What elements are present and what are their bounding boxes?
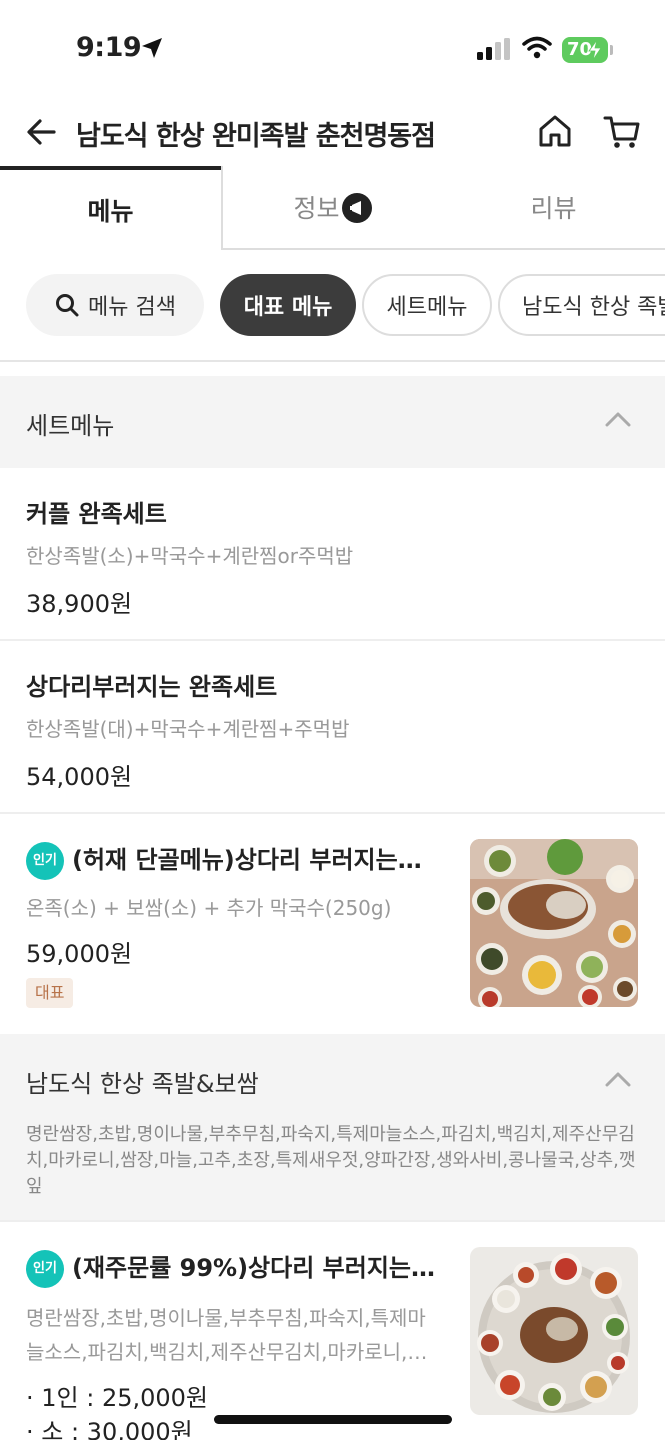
menu-item-name: 커플 완족세트 bbox=[26, 500, 167, 528]
menu-item-price: 38,900원 bbox=[26, 590, 133, 618]
home-indicator bbox=[214, 1415, 452, 1424]
menu-item-name-row: 인기 (허재 단골메뉴)상다리 부러지는… bbox=[26, 840, 422, 880]
search-icon bbox=[56, 294, 79, 317]
category-chips: 메뉴 검색 대표 메뉴 세트메뉴 남도식 한상 족발 bbox=[0, 274, 665, 338]
menu-item-price: 54,000원 bbox=[26, 763, 133, 791]
store-header: 남도식 한상 완미족발 춘천명동점 bbox=[0, 100, 665, 168]
menu-item-name: 상다리부러지는 완족세트 bbox=[26, 673, 278, 701]
menu-item-description-line2: 늘소스,파김치,백김치,제주산무김치,마카로니,… bbox=[26, 1340, 428, 1364]
popular-badge: 인기 bbox=[26, 842, 64, 880]
section-header-set-menu[interactable]: 세트메뉴 bbox=[0, 376, 665, 468]
tab-review[interactable]: 리뷰 bbox=[442, 166, 665, 250]
status-bar: 9:19 70 bbox=[0, 0, 665, 100]
tab-bar: 메뉴 정보 리뷰 bbox=[0, 166, 665, 250]
tab-review-label: 리뷰 bbox=[530, 194, 577, 223]
menu-item-big-set[interactable]: 상다리부러지는 완족세트 한상족발(대)+막국수+계란찜+주먹밥 54,000원 bbox=[0, 641, 665, 814]
menu-item-photo bbox=[470, 839, 638, 1007]
store-title: 남도식 한상 완미족발 춘천명동점 bbox=[76, 121, 436, 152]
menu-item-description-line1: 명란쌈장,초밥,명이나물,부추무침,파숙지,특제마 bbox=[26, 1306, 426, 1330]
section-header-namdo[interactable]: 남도식 한상 족발&보쌈 명란쌈장,초밥,명이나물,부추무침,파숙지,특제마늘소… bbox=[0, 1034, 665, 1220]
section-description: 명란쌈장,초밥,명이나물,부추무침,파숙지,특제마늘소스,파김치,백김치,제주산… bbox=[26, 1124, 636, 1197]
menu-item-name: (허재 단골메뉴)상다리 부러지는… bbox=[72, 846, 422, 874]
cart-icon[interactable] bbox=[602, 112, 642, 152]
section-title: 남도식 한상 족발&보쌈 bbox=[26, 1070, 259, 1098]
wifi-icon bbox=[522, 36, 552, 59]
popular-badge: 인기 bbox=[26, 1250, 64, 1288]
menu-item-heojae[interactable]: 인기 (허재 단골메뉴)상다리 부러지는… 온족(소) + 보쌈(소) + 추가 … bbox=[0, 814, 665, 1034]
chip-representative-menu[interactable]: 대표 메뉴 bbox=[220, 274, 356, 336]
tab-menu-label: 메뉴 bbox=[87, 197, 134, 226]
menu-item-name-row: 인기 (재주문률 99%)상다리 부러지는… bbox=[26, 1248, 435, 1288]
menu-item-couple-set[interactable]: 커플 완족세트 한상족발(소)+막국수+계란찜or주먹밥 38,900원 bbox=[0, 468, 665, 641]
chip-namdo-menu[interactable]: 남도식 한상 족발 bbox=[498, 274, 665, 336]
menu-search-button[interactable]: 메뉴 검색 bbox=[26, 274, 204, 336]
chevron-up-icon[interactable] bbox=[605, 410, 631, 428]
menu-item-price: 59,000원 bbox=[26, 940, 133, 968]
menu-search-label: 메뉴 검색 bbox=[88, 295, 176, 320]
cellular-signal-icon bbox=[477, 38, 510, 60]
megaphone-icon bbox=[341, 193, 372, 223]
section-title: 세트메뉴 bbox=[26, 412, 115, 440]
menu-item-name: (재주문률 99%)상다리 부러지는… bbox=[72, 1254, 435, 1282]
battery-cap bbox=[610, 45, 613, 55]
home-icon[interactable] bbox=[536, 112, 574, 150]
representative-tag: 대표 bbox=[26, 978, 74, 1008]
location-arrow-icon bbox=[142, 38, 162, 58]
tab-menu[interactable]: 메뉴 bbox=[0, 166, 221, 250]
chevron-up-icon[interactable] bbox=[605, 1070, 631, 1088]
menu-item-description: 온족(소) + 보쌈(소) + 추가 막국수(250g) bbox=[26, 896, 392, 920]
chip-set-menu[interactable]: 세트메뉴 bbox=[362, 274, 492, 336]
menu-item-price-option: · 소 : 30,000원 bbox=[26, 1418, 193, 1440]
menu-item-price-option: · 1인 : 25,000원 bbox=[26, 1384, 209, 1412]
menu-item-description: 한상족발(소)+막국수+계란찜or주먹밥 bbox=[26, 544, 354, 568]
divider bbox=[0, 360, 665, 362]
menu-item-description: 한상족발(대)+막국수+계란찜+주먹밥 bbox=[26, 717, 350, 741]
tab-info[interactable]: 정보 bbox=[221, 166, 442, 250]
back-arrow-icon[interactable] bbox=[24, 114, 60, 150]
status-time: 9:19 bbox=[76, 32, 142, 63]
menu-item-photo bbox=[470, 1247, 638, 1415]
menu-item-reorder[interactable]: 인기 (재주문률 99%)상다리 부러지는… 명란쌈장,초밥,명이나물,부추무침,… bbox=[0, 1220, 665, 1440]
tab-info-label: 정보 bbox=[293, 194, 340, 223]
charging-bolt-icon bbox=[588, 40, 602, 60]
